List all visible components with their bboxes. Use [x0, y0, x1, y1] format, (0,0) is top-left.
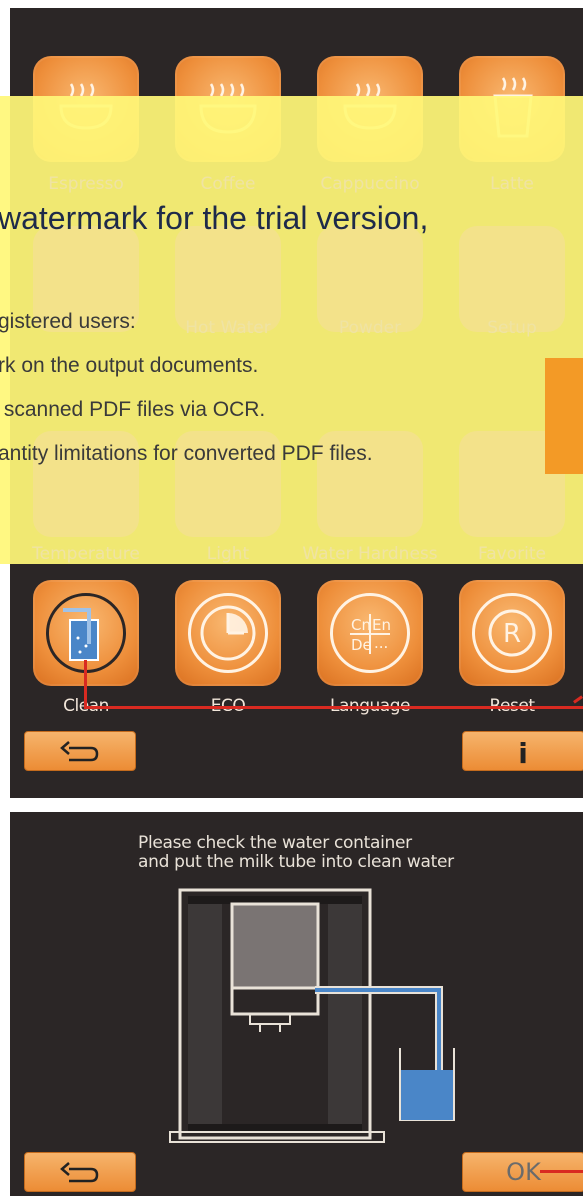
reset-glyph: R: [503, 619, 521, 649]
watermark-line: rk on the output documents.: [0, 354, 259, 377]
callout-line-vertical: [84, 660, 87, 708]
language-icon: Cn En De ...: [350, 614, 391, 654]
light-label: Light: [206, 544, 250, 564]
language-glyph-cn: Cn: [351, 616, 371, 634]
hot-water-label: Hot Water: [185, 318, 271, 338]
language-glyph-de: De: [351, 636, 372, 654]
info-icon: i: [518, 737, 528, 770]
eco-tile[interactable]: [175, 580, 281, 686]
clean-instruction-panel: Please check the water container and put…: [10, 812, 583, 1196]
watermark-line: antity limitations for converted PDF fil…: [0, 442, 373, 465]
info-glyph: i: [518, 737, 528, 770]
machine-screen: [230, 902, 320, 990]
trial-watermark-overlay: Espresso Coffee Cappuccino Latte Hot Wat…: [0, 96, 583, 564]
back-arrow-icon: [60, 741, 99, 762]
coffee-machine-diagram: [169, 888, 455, 1143]
espresso-label: Espresso: [48, 174, 124, 194]
reset-tile[interactable]: R: [459, 580, 565, 686]
back-arrow-icon: [60, 1162, 99, 1183]
watermark-orange-block: [545, 358, 583, 474]
temperature-label: Temperature: [32, 544, 140, 564]
powder-label: Powder: [338, 318, 402, 338]
cappuccino-label: Cappuccino: [320, 174, 420, 194]
callout-line-horizontal: [84, 706, 583, 709]
back-button[interactable]: [24, 731, 136, 771]
ok-callout-line: [540, 1170, 583, 1173]
watermark-line: gistered users:: [0, 310, 136, 333]
faint-tile: [459, 226, 565, 332]
watermark-title: watermark for the trial version,: [0, 200, 429, 236]
coffee-label: Coffee: [200, 174, 256, 194]
language-glyph-more: ...: [374, 634, 388, 652]
latte-label: Latte: [490, 174, 534, 194]
info-button[interactable]: i: [462, 731, 583, 771]
faint-tile: [317, 226, 423, 332]
machine-side-right: [328, 904, 362, 1124]
machine-side-left: [188, 904, 222, 1124]
back-button[interactable]: [24, 1152, 136, 1192]
language-tile[interactable]: Cn En De ...: [317, 580, 423, 686]
setup-label: Setup: [487, 318, 537, 338]
watermark-line: scanned PDF files via OCR.: [0, 398, 266, 421]
reset-r-icon: R: [488, 609, 536, 657]
favorite-label: Favorite: [478, 544, 546, 564]
faint-tile: [175, 226, 281, 332]
clean-water: [401, 1070, 453, 1120]
eco-clock-icon: [200, 605, 256, 661]
water-hardness-label: Water Hardness: [302, 544, 438, 564]
language-glyph-en: En: [372, 616, 391, 634]
